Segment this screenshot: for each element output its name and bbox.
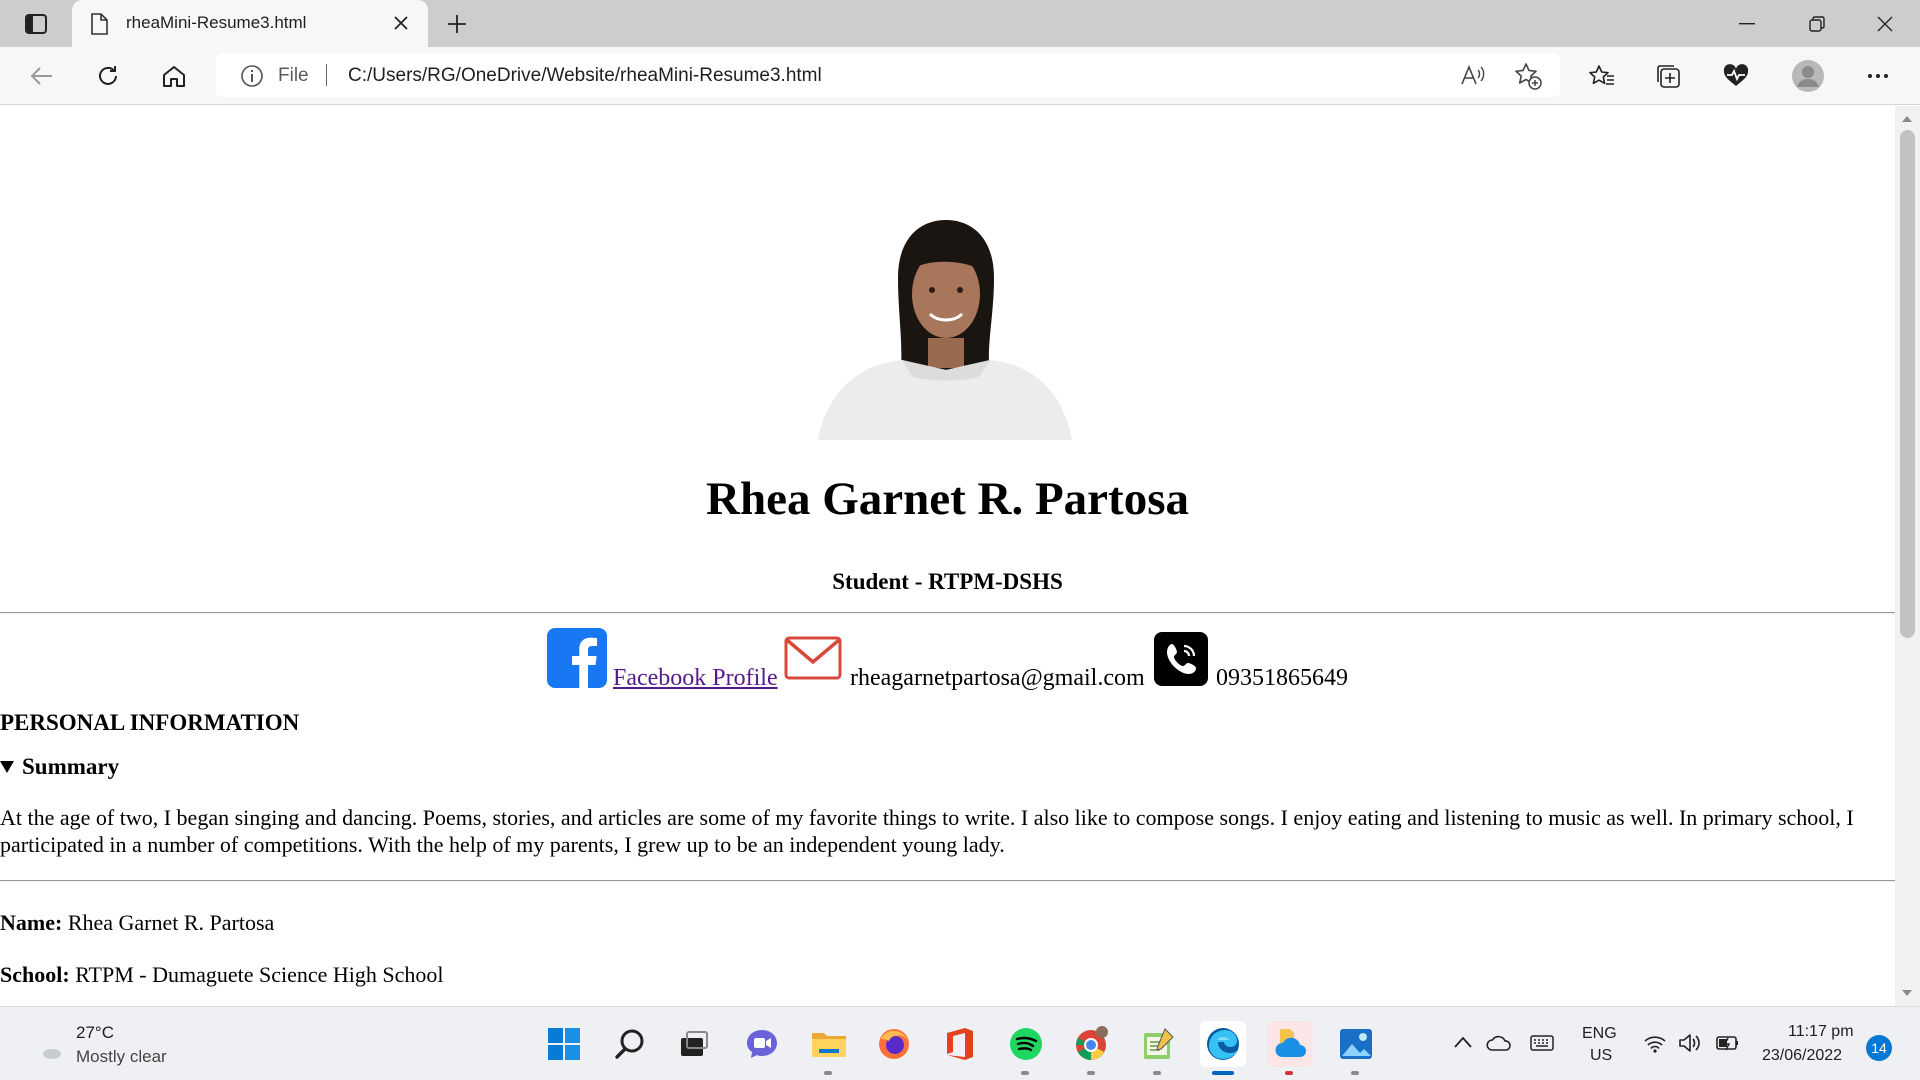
address-bar[interactable]: File C:/Users/RG/OneDrive/Website/rheaMi… <box>216 53 1560 97</box>
vertical-scrollbar[interactable] <box>1895 106 1920 1006</box>
teams-chat-icon[interactable] <box>739 1021 785 1067</box>
running-indicator <box>1212 1071 1234 1075</box>
office-icon[interactable] <box>937 1021 983 1067</box>
profile-photo <box>818 218 1072 440</box>
scroll-down-icon[interactable] <box>1902 990 1912 996</box>
summary-toggle[interactable]: Summary <box>0 754 119 780</box>
info-icon[interactable] <box>240 64 264 93</box>
field-label: Name: <box>0 910 63 935</box>
facebook-icon[interactable] <box>547 628 607 693</box>
weather-temperature[interactable]: 27°C <box>76 1023 114 1043</box>
facebook-profile-link[interactable]: Facebook Profile <box>613 665 778 692</box>
running-indicator <box>1021 1071 1029 1075</box>
refresh-icon[interactable] <box>90 58 126 94</box>
chrome-icon[interactable] <box>1069 1021 1115 1075</box>
clock-time[interactable]: 11:17 pm <box>1788 1023 1854 1041</box>
scroll-up-icon[interactable] <box>1902 116 1912 122</box>
new-tab-button[interactable] <box>440 9 474 39</box>
weather-condition[interactable]: Mostly clear <box>76 1047 167 1067</box>
search-icon[interactable] <box>607 1021 653 1067</box>
email-text: rheagarnetpartosa@gmail.com <box>850 665 1145 691</box>
back-arrow-icon[interactable] <box>24 58 60 94</box>
phone-text: 09351865649 <box>1216 665 1348 691</box>
notepad-app-icon[interactable] <box>1135 1021 1181 1075</box>
profile-avatar[interactable] <box>1790 58 1826 94</box>
collections-icon[interactable] <box>1650 58 1686 94</box>
more-menu-icon[interactable] <box>1860 58 1896 94</box>
mail-icon <box>784 636 842 685</box>
taskbar: 27°C Mostly clear ENG US 11:17 pm 23/06/… <box>0 1006 1920 1080</box>
running-indicator <box>1087 1071 1095 1075</box>
divider <box>0 880 1895 882</box>
battery-icon[interactable] <box>1714 1035 1740 1056</box>
favorites-icon[interactable] <box>1584 58 1620 94</box>
onedrive-cloud-icon[interactable] <box>1486 1035 1512 1056</box>
page-viewport: Rhea Garnet R. Partosa Student - RTPM-DS… <box>0 106 1895 1006</box>
resume-subtitle: Student - RTPM-DSHS <box>832 569 1063 594</box>
task-view-icon[interactable] <box>671 1021 717 1067</box>
tab-active[interactable]: rheaMini-Resume3.html <box>72 0 428 48</box>
clock-date[interactable]: 23/06/2022 <box>1762 1047 1842 1065</box>
disclosure-triangle-icon <box>0 761 14 773</box>
onedrive-icon[interactable] <box>1267 1021 1313 1075</box>
file-icon <box>90 13 108 40</box>
divider <box>0 612 1895 614</box>
field-value: Rhea Garnet R. Partosa <box>67 910 275 935</box>
edge-icon[interactable] <box>1200 1021 1246 1075</box>
wifi-icon[interactable] <box>1644 1035 1666 1058</box>
read-aloud-icon[interactable] <box>1458 61 1488 91</box>
spotify-icon[interactable] <box>1003 1021 1049 1075</box>
summary-paragraph: At the age of two, I began singing and d… <box>0 805 1854 857</box>
running-indicator <box>1153 1071 1161 1075</box>
scroll-thumb[interactable] <box>1900 130 1915 638</box>
running-indicator <box>1351 1071 1359 1075</box>
summary-label: Summary <box>22 754 120 779</box>
phone-icon <box>1154 632 1208 691</box>
close-window-button[interactable] <box>1852 0 1918 47</box>
home-icon[interactable] <box>156 58 192 94</box>
address-separator <box>326 64 327 86</box>
field-value: RTPM - Dumaguete Science High School <box>75 962 444 987</box>
chevron-up-icon[interactable] <box>1454 1035 1472 1053</box>
region-label[interactable]: US <box>1590 1047 1612 1065</box>
tab-strip: rheaMini-Resume3.html <box>0 0 1920 48</box>
start-button[interactable] <box>541 1021 587 1067</box>
photos-icon[interactable] <box>1333 1021 1379 1075</box>
url-text[interactable]: C:/Users/RG/OneDrive/Website/rheaMini-Re… <box>348 65 822 87</box>
browser-essentials-icon[interactable] <box>1718 58 1754 94</box>
keyboard-icon[interactable] <box>1530 1035 1554 1056</box>
language-label[interactable]: ENG <box>1582 1025 1617 1043</box>
restore-button[interactable] <box>1784 0 1850 47</box>
tab-actions-icon[interactable] <box>20 12 52 36</box>
section-title-personal-info: PERSONAL INFORMATION <box>0 710 300 735</box>
resume-name: Rhea Garnet R. Partosa <box>706 473 1189 525</box>
field-school: School: RTPM - Dumaguete Science High Sc… <box>0 962 444 988</box>
moon-weather-icon[interactable] <box>28 1029 64 1070</box>
firefox-icon[interactable] <box>871 1021 917 1067</box>
minimize-button[interactable] <box>1714 0 1780 47</box>
notification-badge[interactable]: 14 <box>1866 1035 1892 1061</box>
close-tab-icon[interactable] <box>388 10 414 36</box>
scheme-label: File <box>278 65 309 86</box>
file-explorer-icon[interactable] <box>806 1021 852 1075</box>
running-indicator <box>824 1071 832 1075</box>
running-indicator <box>1285 1071 1293 1075</box>
field-label: School: <box>0 962 70 987</box>
browser-toolbar: File C:/Users/RG/OneDrive/Website/rheaMi… <box>0 47 1920 105</box>
field-name: Name: Rhea Garnet R. Partosa <box>0 910 274 936</box>
volume-icon[interactable] <box>1678 1033 1702 1058</box>
add-favorite-icon[interactable] <box>1513 61 1543 91</box>
tab-title: rheaMini-Resume3.html <box>126 13 307 32</box>
